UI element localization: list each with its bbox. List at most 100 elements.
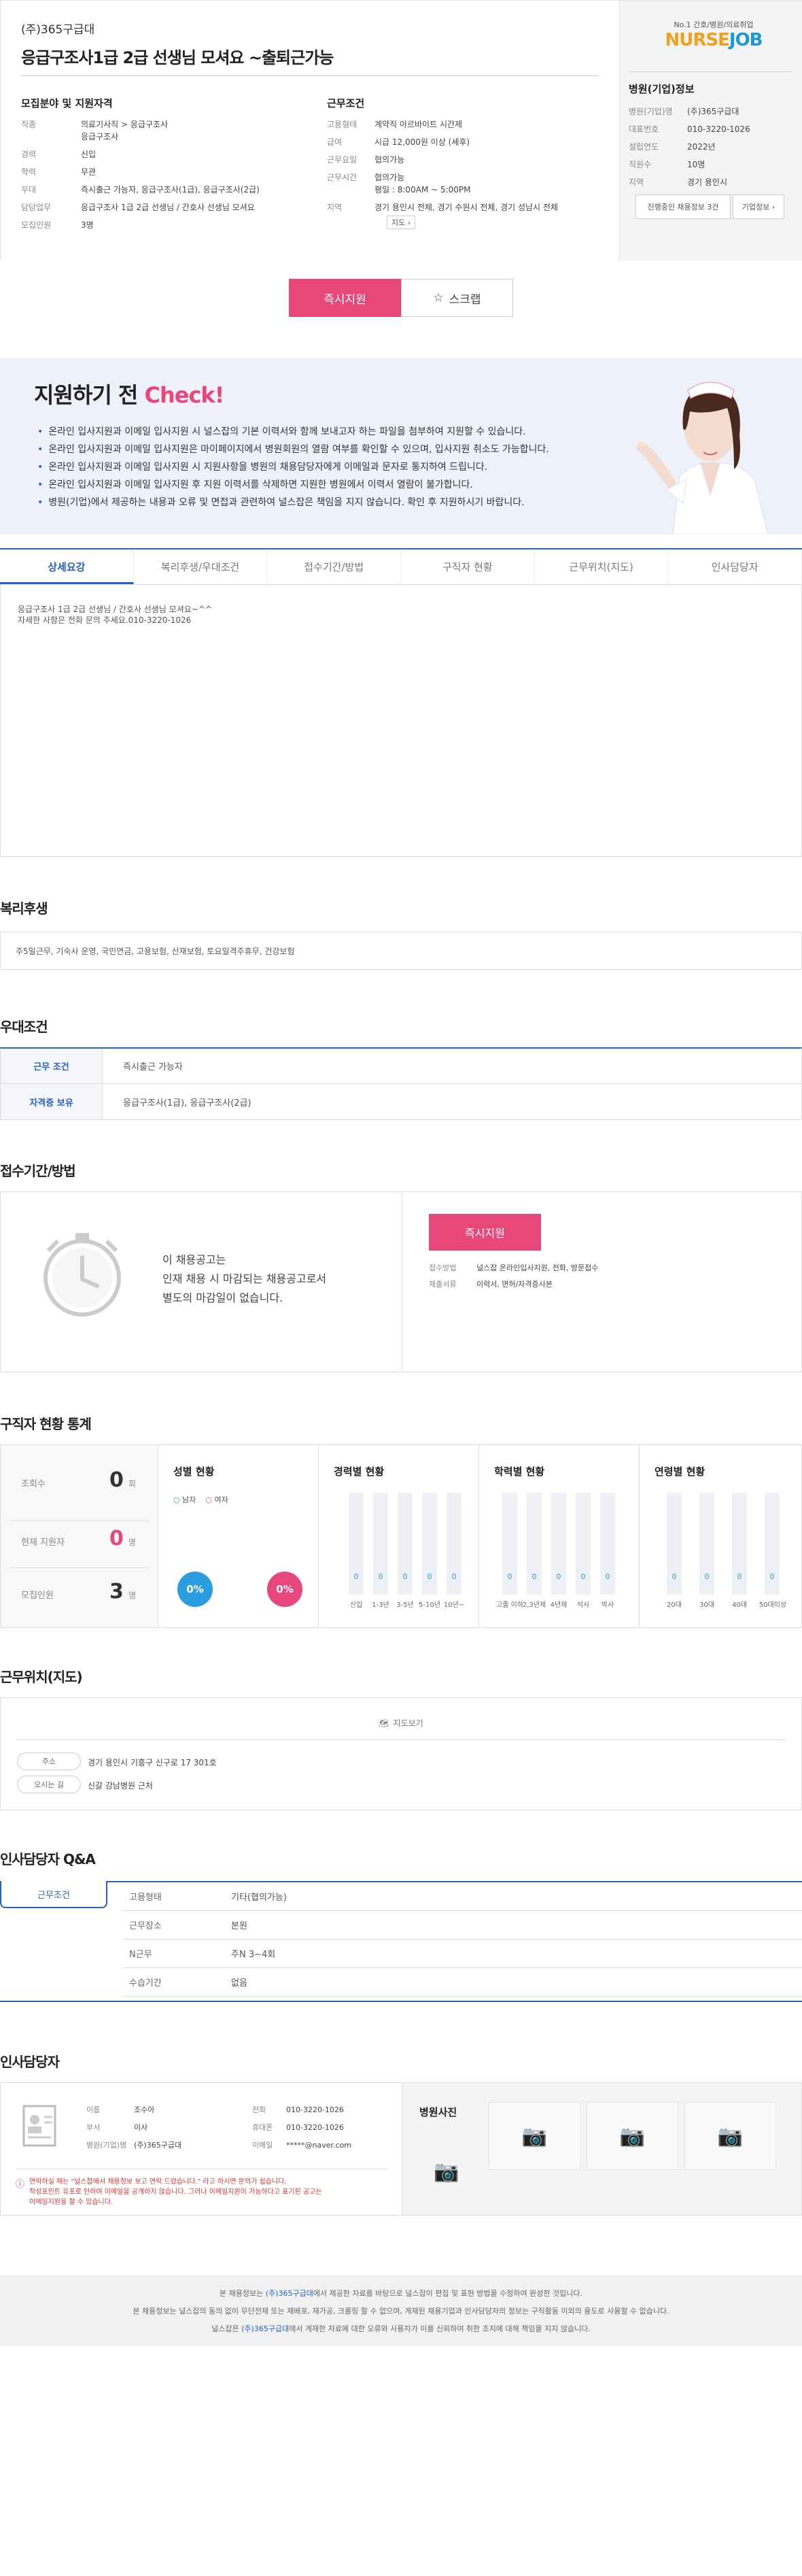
company-name[interactable]: (주)365구급대 (21, 20, 94, 37)
footer-line: 본 채용정보는 (주)365구급대에서 제공한 자료를 바탕으로 널스잡이 편집… (220, 2289, 582, 2298)
bar: 0 (699, 1493, 714, 1595)
section-tabs: 상세요강 복리후생/우대조건 접수기간/방법 구직자 현황 근무위치(지도) 인… (0, 548, 802, 585)
tab-location[interactable]: 근무위치(지도) (535, 549, 669, 584)
chevron-right-icon: › (407, 218, 411, 227)
ongoing-jobs-button[interactable]: 진행중인 채용정보 3건 (635, 194, 731, 219)
check-item: 온라인 입사지원과 이메일 입사지원은 마이페이지에서 병원회원의 열람 여부를… (37, 441, 549, 458)
map-button[interactable]: 지도 › (387, 216, 416, 229)
bar: 0 (398, 1493, 413, 1595)
field-row: 모집인원 3명 (21, 220, 94, 230)
divider (10, 1520, 149, 1521)
directions-value: 신갈 강남병원 근처 (88, 1781, 153, 1791)
bar: 0 (373, 1493, 388, 1595)
reception-box: 이 채용공고는 인재 채용 시 마감되는 채용공고로서 별도의 마감일이 없습니… (0, 1191, 802, 1372)
camera-icon: 📷 (619, 2124, 646, 2148)
photo-slot[interactable]: 📷 (489, 2102, 580, 2170)
photo-slot[interactable]: 📷 (684, 2102, 776, 2170)
bar-label: 5-10년 (419, 1601, 440, 1609)
company-info-button[interactable]: 기업정보 › (733, 194, 784, 219)
tab-detail[interactable]: 상세요강 (0, 549, 134, 584)
tab-welfare[interactable]: 복리후생/우대조건 (134, 549, 268, 584)
field-row: 근무시간 협의가능 (327, 173, 405, 182)
nurse-illustration (635, 382, 769, 535)
check-item: 병원(기업)에서 제공하는 내용과 오류 및 면접과 관련하여 널스잡은 책임을… (37, 494, 549, 511)
bar: 0 (732, 1493, 747, 1595)
location-box: 🗺 지도보기 주소 경기 용인시 기흥구 신구로 17 301호 오시는 길 신갈… (0, 1697, 802, 1810)
check-item: 온라인 입사지원과 이메일 입사지원 시 지원사항을 병원의 채용담당자에게 이… (37, 458, 549, 476)
manager-box: 이름 조수아 부서 이사 병원(기업)명 (주)365구급대 전화 010-3220-1… (0, 2082, 802, 2216)
reception-message: 이 채용공고는 인재 채용 시 마감되는 채용공고로서 별도의 마감일이 없습니… (162, 1253, 327, 1304)
age-title: 연령별 현황 (655, 1465, 705, 1478)
directions-label: 오시는 길 (17, 1776, 81, 1793)
table-row: 자격증 보유 응급구조사(1급), 응급구조사(2급) (1, 1084, 801, 1119)
field-row: 이메일 *****@naver.com (252, 2141, 351, 2150)
reception-title: 접수기간/방법 (0, 1163, 76, 1179)
chevron-right-icon: › (771, 203, 775, 211)
job-title: 응급구조사1급 2급 선생님 모셔요 ~출퇴근가능 (21, 48, 334, 67)
camera-icon: 📷 (717, 2124, 744, 2148)
field-row: 평일 : 8:00AM ~ 5:00PM (374, 185, 471, 194)
photo-slot[interactable]: 📷 (406, 2137, 487, 2205)
divider (21, 75, 599, 76)
stats-summary: 조회수 0 회 현재 지원자 0 명 모집인원 3 명 (1, 1445, 158, 1627)
bar-label: 2,3년제 (522, 1601, 546, 1609)
field-row: 지역 경기 용인시 전체, 경기 수원시 전체, 경기 성남시 전체 (327, 203, 558, 212)
recruit-fields: 직종 의료기사직 > 응급구조사 응급구조사 경력 신입 학력 무관 우대 즉시출근 가… (21, 119, 307, 231)
location-title: 근무위치(지도) (0, 1669, 83, 1685)
recruit-section-title: 모집분야 및 지원자격 (21, 97, 113, 109)
female-percent: 0% (267, 1572, 302, 1607)
alert-icon: ⓘ (16, 2180, 25, 2190)
field-row: 경력 신입 (21, 150, 97, 159)
tab-applicants[interactable]: 구직자 현황 (401, 549, 535, 584)
qa-title: 인사담당자 Q&A (0, 1851, 96, 1867)
views-unit: 회 (128, 1479, 137, 1489)
field-row: 우대 즉시출근 가능자, 응급구조사(1급), 응급구조사(2급) (21, 185, 260, 194)
field-row: 병원(기업)명 (주)365구급대 (86, 2141, 182, 2150)
field-row: 전화 010-3220-1026 (252, 2105, 344, 2114)
reception-apply-button[interactable]: 즉시지원 (429, 1214, 541, 1251)
photo-slot[interactable]: 📷 (587, 2102, 678, 2170)
field-row: 급여 시급 12,000원 이상 (세후) (327, 137, 470, 147)
bar: 0 (600, 1493, 615, 1595)
male-percent: 0% (177, 1572, 213, 1607)
bar-label: 20대 (667, 1601, 682, 1609)
bar: 0 (349, 1493, 364, 1595)
welfare-text: 주5일근무, 기숙사 운영, 국민연금, 고용보험, 산재보험, 토요일격주휴무… (16, 946, 295, 956)
bar-label: 고졸 이하 (496, 1601, 523, 1609)
manager-info-left: 이름 조수아 부서 이사 병원(기업)명 (주)365구급대 (86, 2105, 222, 2151)
info-row: 지역 경기 용인시 (629, 177, 728, 187)
map-view-button[interactable]: 🗺 지도보기 (16, 1706, 786, 1740)
nursejob-logo[interactable]: No.1 간호/병원/의료취업 NURSEJOB (639, 19, 788, 50)
detail-text: 응급구조사 1급 2급 선생님 / 간호사 선생님 모셔요~^^ 자세한 사항은… (18, 604, 212, 626)
bar-label: 4년제 (550, 1601, 568, 1609)
map-icon: 🗺 (379, 1718, 389, 1728)
apply-now-button[interactable]: 즉시지원 (289, 279, 401, 317)
table-row: 근무장소 본원 (122, 1911, 802, 1939)
legend-male: ○ 남자 (173, 1495, 196, 1504)
education-title: 학력별 현황 (494, 1465, 545, 1478)
info-row: 대표번호 010-3220-1026 (629, 124, 750, 134)
map-link[interactable]: 지도 › (387, 216, 606, 229)
detail-line: 자세한 사항은 전화 문의 주세요.010-3220-1026 (18, 615, 192, 625)
field-row: 이름 조수아 (86, 2105, 155, 2114)
table-row: 고용형태 기타(협의가능) (122, 1882, 802, 1911)
bar: 0 (422, 1493, 437, 1595)
qa-tab-conditions[interactable]: 근무조건 (0, 1881, 107, 1908)
gender-stats: 성별 현황 ○ 남자 ○ 여자 0% 0% (158, 1445, 319, 1627)
career-title: 경력별 현황 (334, 1465, 385, 1478)
field-row: 학력 무관 (21, 167, 97, 177)
qa-table: 고용형태 기타(협의가능) 근무장소 본원 N근무 주N 3~4회 수습기간 없음 (122, 1882, 802, 1997)
reception-details: 접수방법 널스잡 온라인입사지원, 전화, 방문접수 제출서류 이력서, 면허/자격… (429, 1263, 782, 1290)
tab-manager[interactable]: 인사담당자 (668, 549, 802, 584)
table-row: 수습기간 없음 (122, 1968, 802, 1997)
bar-label: 3-5년 (396, 1601, 414, 1609)
table-row: 근무 조건 즉시출근 가능자 (1, 1049, 801, 1084)
field-row: 부서 이사 (86, 2123, 148, 2132)
scrap-button[interactable]: ☆ 스크랩 (401, 279, 513, 317)
tab-reception[interactable]: 접수기간/방법 (267, 549, 402, 584)
gender-title: 성별 현황 (173, 1465, 215, 1478)
brand-tagline: No.1 간호/병원/의료취업 (674, 20, 754, 29)
conditions-section-title: 근무조건 (327, 97, 365, 109)
bar: 0 (667, 1493, 682, 1595)
bar: 0 (447, 1493, 461, 1595)
